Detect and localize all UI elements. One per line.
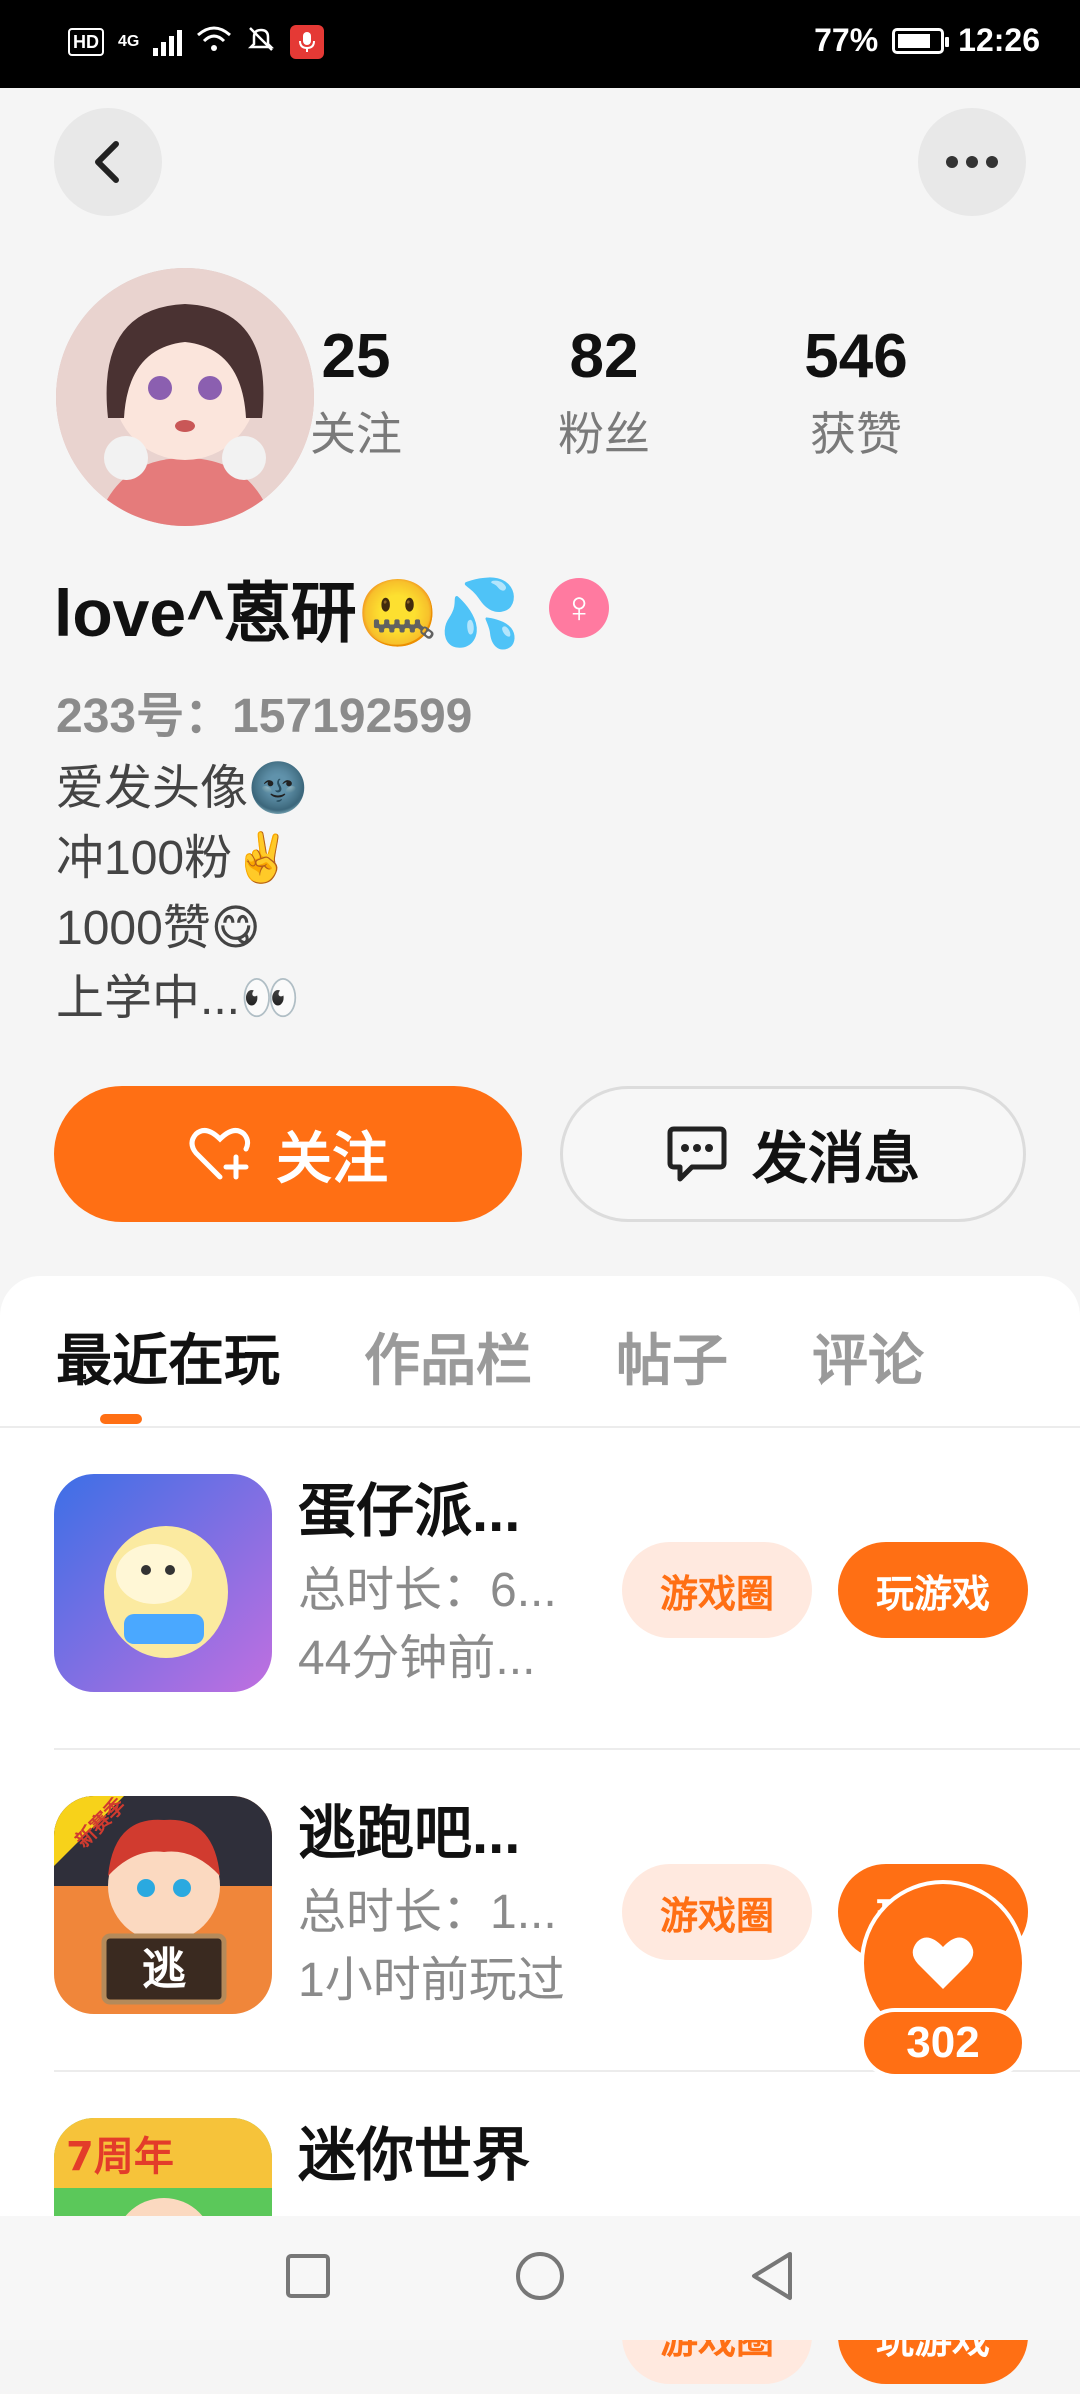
clock: 12:26 xyxy=(958,22,1040,58)
triangle-back-icon xyxy=(752,2252,792,2300)
nickname: love^蒽研🤐💦 xyxy=(54,576,521,650)
game-last-played: 1小时前玩过 xyxy=(298,1954,565,2007)
battery-icon xyxy=(892,27,950,54)
mute-bell-icon xyxy=(246,24,276,59)
likes-count: 546 xyxy=(804,322,908,391)
active-tab-indicator xyxy=(100,1414,142,1424)
bio: 爱发头像🌚 冲100粉✌️ 1000赞😋 上学中...👀 xyxy=(56,754,308,1034)
tab-bar: 最近在玩 作品栏 帖子 评论 xyxy=(56,1316,924,1397)
bio-line: 1000赞😋 xyxy=(56,902,261,955)
wifi-icon xyxy=(196,25,232,58)
tab-comments[interactable]: 评论 xyxy=(812,1316,924,1397)
followers-count: 82 xyxy=(569,322,639,391)
system-nav-bar xyxy=(0,2216,1080,2340)
following-label: 关注 xyxy=(310,408,402,460)
battery-percent: 77% xyxy=(814,22,879,58)
stat-likes[interactable]: 546 获赞 xyxy=(766,322,946,464)
bio-line: 上学中...👀 xyxy=(56,972,300,1025)
like-count: 302 xyxy=(860,2008,1026,2078)
microphone-icon xyxy=(290,24,325,59)
more-dots-icon xyxy=(946,156,998,168)
signal-icon xyxy=(153,28,183,56)
stat-following[interactable]: 25 关注 xyxy=(266,322,446,464)
game-title: 迷你世界 xyxy=(298,2123,531,2188)
circle-icon xyxy=(516,2252,564,2300)
game-icon xyxy=(54,1474,272,1692)
message-button[interactable]: 发消息 xyxy=(560,1086,1026,1222)
floating-like-button[interactable]: 302 xyxy=(860,1880,1026,2080)
home-button[interactable] xyxy=(510,2246,570,2306)
square-icon xyxy=(286,2254,330,2298)
female-gender-icon: ♀ xyxy=(548,578,609,638)
following-count: 25 xyxy=(321,322,391,391)
game-last-played: 44分钟前... xyxy=(298,1632,536,1685)
tab-posts[interactable]: 帖子 xyxy=(616,1316,728,1397)
bio-line: 爱发头像🌚 xyxy=(56,762,308,815)
back-button[interactable] xyxy=(54,108,162,216)
tab-recently-played[interactable]: 最近在玩 xyxy=(56,1316,280,1397)
nickname-row: love^蒽研🤐💦 ♀ xyxy=(54,560,609,656)
back-nav-button[interactable] xyxy=(742,2246,802,2306)
network-type: 4G xyxy=(118,32,140,50)
bio-line: 冲100粉✌️ xyxy=(56,832,292,885)
follow-label: 关注 xyxy=(276,1126,388,1190)
message-label: 发消息 xyxy=(752,1126,920,1190)
chat-bubble-icon xyxy=(667,1126,727,1182)
followers-label: 粉丝 xyxy=(558,408,650,460)
game-circle-button[interactable]: 游戏圈 xyxy=(622,1542,812,1638)
game-circle-button[interactable]: 游戏圈 xyxy=(622,1864,812,1960)
follow-button[interactable]: 关注 xyxy=(54,1086,522,1222)
game-icon: 逃 新赛季 xyxy=(54,1796,272,2014)
game-playtime: 总时长：1... xyxy=(298,1886,557,1939)
back-arrow-icon xyxy=(95,141,119,183)
tab-works[interactable]: 作品栏 xyxy=(364,1316,532,1397)
more-options-button[interactable] xyxy=(918,108,1026,216)
list-item[interactable]: 蛋仔派... 总时长：6... 44分钟前... 游戏圈 玩游戏 xyxy=(54,1428,1080,1750)
likes-label: 获赞 xyxy=(810,408,902,460)
user-id[interactable]: 233号：157192599 xyxy=(56,676,472,746)
status-bar: HD 4G 77% 12:26 xyxy=(0,0,1080,88)
game-title: 蛋仔派... xyxy=(298,1479,521,1544)
play-game-button[interactable]: 玩游戏 xyxy=(838,1542,1028,1638)
heart-plus-icon xyxy=(189,1127,251,1180)
game-title: 逃跑吧... xyxy=(298,1801,521,1866)
hd-indicator: HD xyxy=(68,27,104,56)
recent-apps-button[interactable] xyxy=(278,2246,338,2306)
heart-icon xyxy=(912,1937,974,1989)
content-panel: 最近在玩 作品栏 帖子 评论 蛋仔派... 总时长：6... 44分钟前... … xyxy=(0,1276,1080,2384)
stat-followers[interactable]: 82 粉丝 xyxy=(514,322,694,464)
game-icon-badge: 7周年 xyxy=(66,2134,174,2180)
game-icon-char: 逃 xyxy=(142,1944,186,1995)
game-playtime: 总时长：6... xyxy=(298,1564,557,1617)
